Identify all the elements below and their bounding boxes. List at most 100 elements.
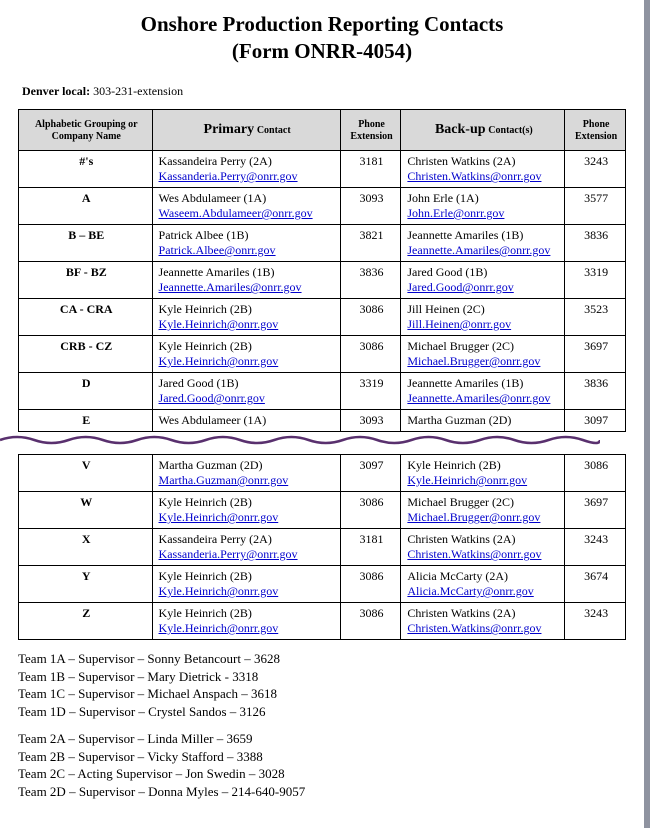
cell-backup: Jill Heinen (2C)Jill.Heinen@onrr.gov — [401, 299, 565, 336]
th-primary: Primary Contact — [152, 110, 340, 151]
tear-icon — [0, 434, 600, 446]
cell-backup-ext: 3243 — [565, 151, 626, 188]
cell-primary-ext: 3181 — [340, 529, 401, 566]
cell-group: #'s — [19, 151, 153, 188]
primary-email-link[interactable]: Kyle.Heinrich@onrr.gov — [159, 510, 279, 524]
cell-backup-ext: 3697 — [565, 492, 626, 529]
primary-email-link[interactable]: Kassanderia.Perry@onrr.gov — [159, 547, 298, 561]
primary-email-link[interactable]: Jeannette.Amariles@onrr.gov — [159, 280, 302, 294]
cell-backup: Jeannette Amariles (1B)Jeannette.Amarile… — [401, 225, 565, 262]
primary-email-link[interactable]: Waseem.Abdulameer@onrr.gov — [159, 206, 313, 220]
table-row: ZKyle Heinrich (2B)Kyle.Heinrich@onrr.go… — [19, 603, 626, 640]
primary-email-link[interactable]: Kyle.Heinrich@onrr.gov — [159, 621, 279, 635]
cell-primary: Kyle Heinrich (2B)Kyle.Heinrich@onrr.gov — [152, 492, 340, 529]
cell-group: E — [19, 410, 153, 432]
team-line: Team 2B – Supervisor – Vicky Stafford – … — [18, 748, 626, 766]
table-row: WKyle Heinrich (2B)Kyle.Heinrich@onrr.go… — [19, 492, 626, 529]
page-tear — [18, 430, 626, 452]
cell-primary-ext: 3086 — [340, 299, 401, 336]
cell-group: W — [19, 492, 153, 529]
cell-backup-ext: 3243 — [565, 603, 626, 640]
primary-email-link[interactable]: Patrick.Albee@onrr.gov — [159, 243, 276, 257]
backup-email-link[interactable]: Christen.Watkins@onrr.gov — [407, 621, 541, 635]
cell-backup: Jared Good (1B)Jared.Good@onrr.gov — [401, 262, 565, 299]
primary-email-link[interactable]: Kassanderia.Perry@onrr.gov — [159, 169, 298, 183]
cell-backup: Michael Brugger (2C)Michael.Brugger@onrr… — [401, 336, 565, 373]
cell-backup-ext: 3243 — [565, 529, 626, 566]
cell-backup: Martha Guzman (2D) — [401, 410, 565, 432]
cell-primary-ext: 3093 — [340, 410, 401, 432]
cell-backup: Michael Brugger (2C)Michael.Brugger@onrr… — [401, 492, 565, 529]
backup-email-link[interactable]: Alicia.McCarty@onrr.gov — [407, 584, 533, 598]
backup-email-link[interactable]: Christen.Watkins@onrr.gov — [407, 547, 541, 561]
table-row: XKassandeira Perry (2A)Kassanderia.Perry… — [19, 529, 626, 566]
table-row: VMartha Guzman (2D)Martha.Guzman@onrr.go… — [19, 455, 626, 492]
cell-primary: Jared Good (1B)Jared.Good@onrr.gov — [152, 373, 340, 410]
cell-primary-ext: 3086 — [340, 336, 401, 373]
cell-backup-ext: 3836 — [565, 373, 626, 410]
cell-primary: Jeannette Amariles (1B)Jeannette.Amarile… — [152, 262, 340, 299]
backup-email-link[interactable]: Jeannette.Amariles@onrr.gov — [407, 391, 550, 405]
th-group: Alphabetic Grouping or Company Name — [19, 110, 153, 151]
cell-primary: Kassandeira Perry (2A)Kassanderia.Perry@… — [152, 529, 340, 566]
primary-email-link[interactable]: Kyle.Heinrich@onrr.gov — [159, 317, 279, 331]
cell-backup: Christen Watkins (2A)Christen.Watkins@on… — [401, 151, 565, 188]
backup-email-link[interactable]: John.Erle@onrr.gov — [407, 206, 504, 220]
backup-email-link[interactable]: Kyle.Heinrich@onrr.gov — [407, 473, 527, 487]
cell-backup-ext: 3577 — [565, 188, 626, 225]
cell-primary-ext: 3319 — [340, 373, 401, 410]
cell-group: BF - BZ — [19, 262, 153, 299]
teams-section: Team 1A – Supervisor – Sonny Betancourt … — [18, 650, 626, 800]
page-title-line1: Onshore Production Reporting Contacts — [18, 12, 626, 37]
cell-group: Z — [19, 603, 153, 640]
primary-email-link[interactable]: Martha.Guzman@onrr.gov — [159, 473, 289, 487]
cell-group: D — [19, 373, 153, 410]
cell-backup-ext: 3523 — [565, 299, 626, 336]
primary-email-link[interactable]: Jared.Good@onrr.gov — [159, 391, 265, 405]
table-row: B – BEPatrick Albee (1B)Patrick.Albee@on… — [19, 225, 626, 262]
cell-group: B – BE — [19, 225, 153, 262]
cell-backup-ext: 3674 — [565, 566, 626, 603]
cell-group: V — [19, 455, 153, 492]
backup-email-link[interactable]: Michael.Brugger@onrr.gov — [407, 354, 540, 368]
primary-email-link[interactable]: Kyle.Heinrich@onrr.gov — [159, 584, 279, 598]
cell-primary: Kyle Heinrich (2B)Kyle.Heinrich@onrr.gov — [152, 336, 340, 373]
backup-email-link[interactable]: Michael.Brugger@onrr.gov — [407, 510, 540, 524]
team-line: Team 2A – Supervisor – Linda Miller – 36… — [18, 730, 626, 748]
backup-email-link[interactable]: Jeannette.Amariles@onrr.gov — [407, 243, 550, 257]
cell-primary-ext: 3086 — [340, 603, 401, 640]
cell-primary: Patrick Albee (1B)Patrick.Albee@onrr.gov — [152, 225, 340, 262]
cell-primary: Kyle Heinrich (2B)Kyle.Heinrich@onrr.gov — [152, 603, 340, 640]
cell-group: Y — [19, 566, 153, 603]
cell-primary-ext: 3821 — [340, 225, 401, 262]
primary-email-link[interactable]: Kyle.Heinrich@onrr.gov — [159, 354, 279, 368]
page-title-line2: (Form ONRR-4054) — [18, 39, 626, 64]
backup-email-link[interactable]: Jill.Heinen@onrr.gov — [407, 317, 511, 331]
cell-primary: Martha Guzman (2D)Martha.Guzman@onrr.gov — [152, 455, 340, 492]
cell-primary: Kassandeira Perry (2A)Kassanderia.Perry@… — [152, 151, 340, 188]
th-ext2: Phone Extension — [565, 110, 626, 151]
backup-email-link[interactable]: Christen.Watkins@onrr.gov — [407, 169, 541, 183]
cell-backup-ext: 3836 — [565, 225, 626, 262]
cell-primary-ext: 3181 — [340, 151, 401, 188]
cell-primary-ext: 3093 — [340, 188, 401, 225]
th-ext: Phone Extension — [340, 110, 401, 151]
cell-group: CA - CRA — [19, 299, 153, 336]
cell-backup: Christen Watkins (2A)Christen.Watkins@on… — [401, 529, 565, 566]
cell-backup-ext: 3097 — [565, 410, 626, 432]
table-row: DJared Good (1B)Jared.Good@onrr.gov3319 J… — [19, 373, 626, 410]
denver-local: Denver local: 303-231-extension — [22, 84, 626, 99]
cell-primary-ext: 3097 — [340, 455, 401, 492]
team-line: Team 1B – Supervisor – Mary Dietrick - 3… — [18, 668, 626, 686]
table-row-clipped: EWes Abdulameer (1A)3093Martha Guzman (2… — [19, 410, 626, 432]
table-row: CRB - CZKyle Heinrich (2B)Kyle.Heinrich@… — [19, 336, 626, 373]
backup-email-link[interactable]: Jared.Good@onrr.gov — [407, 280, 513, 294]
cell-primary: Wes Abdulameer (1A) — [152, 410, 340, 432]
cell-backup-ext: 3086 — [565, 455, 626, 492]
team-line: Team 2D – Supervisor – Donna Myles – 214… — [18, 783, 626, 801]
cell-primary-ext: 3836 — [340, 262, 401, 299]
table-row: #'sKassandeira Perry (2A)Kassanderia.Per… — [19, 151, 626, 188]
cell-backup: John Erle (1A)John.Erle@onrr.gov — [401, 188, 565, 225]
cell-backup-ext: 3319 — [565, 262, 626, 299]
cell-backup: Kyle Heinrich (2B)Kyle.Heinrich@onrr.gov — [401, 455, 565, 492]
